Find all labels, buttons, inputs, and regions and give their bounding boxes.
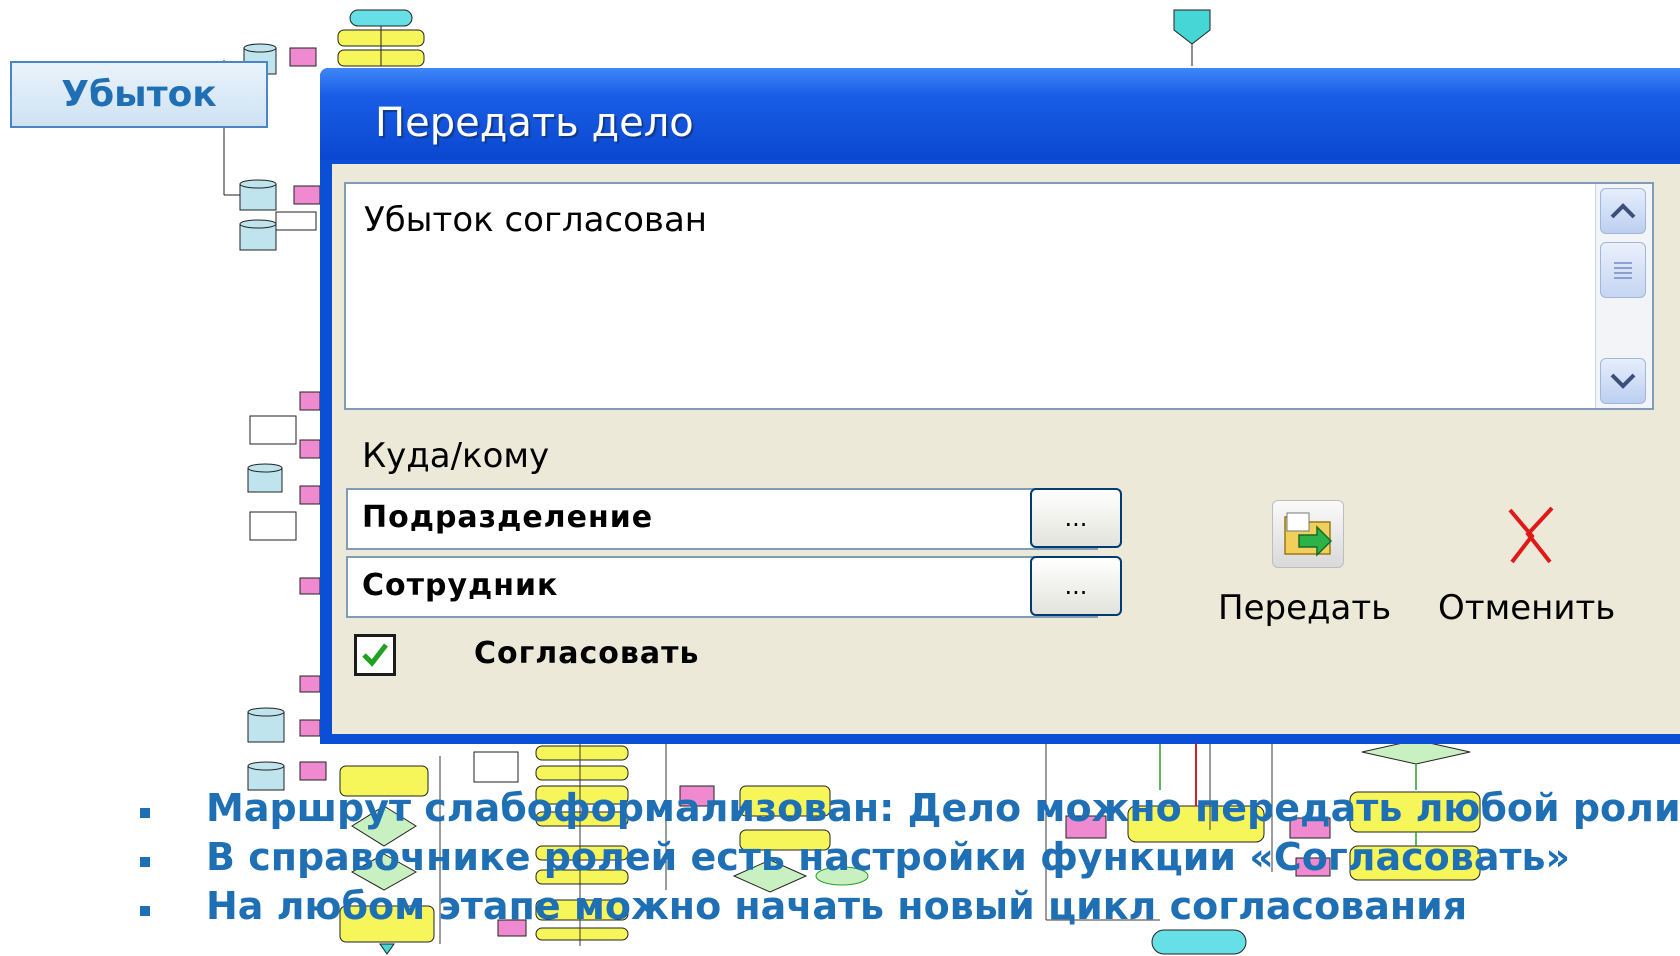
- folder-arrow-icon: [1284, 512, 1333, 557]
- bullet-text: На любом этапе можно начать новый цикл с…: [206, 884, 1468, 928]
- dialog-body: Убыток согласован Куда/кому Подразделени…: [332, 164, 1680, 734]
- chevron-up-icon: [1610, 203, 1636, 219]
- bullet-marker: [140, 857, 150, 867]
- scroll-up-button[interactable]: [1600, 188, 1646, 234]
- comment-text: Убыток согласован: [364, 200, 708, 240]
- bullet-text: В справочнике ролей есть настройки функц…: [206, 835, 1571, 879]
- bullet-text: Маршрут слабоформализован: Дело можно пе…: [206, 786, 1680, 830]
- bullet-marker: [140, 906, 150, 916]
- scroll-down-button[interactable]: [1600, 358, 1646, 404]
- department-field[interactable]: Подразделение: [346, 488, 1098, 550]
- comment-scrollbar[interactable]: [1595, 184, 1652, 408]
- checkmark-icon: [362, 643, 388, 667]
- dialog-titlebar[interactable]: Передать дело: [320, 68, 1680, 160]
- cancel-button[interactable]: Отменить: [1438, 588, 1615, 628]
- cancel-x-icon[interactable]: [1498, 502, 1562, 566]
- bullet-marker: [140, 808, 150, 818]
- department-field-value: Подразделение: [362, 500, 654, 535]
- destination-label: Куда/кому: [362, 436, 550, 476]
- employee-field[interactable]: Сотрудник: [346, 556, 1098, 618]
- dialog-title: Передать дело: [375, 100, 694, 146]
- section-label: Убыток: [10, 61, 268, 128]
- send-button-icon[interactable]: [1272, 500, 1344, 568]
- transfer-case-dialog: Передать дело Убыток согласован Куда/ком…: [320, 68, 1680, 744]
- comment-textarea[interactable]: Убыток согласован: [344, 182, 1654, 410]
- department-browse-button[interactable]: ...: [1030, 488, 1122, 548]
- section-label-text: Убыток: [61, 74, 217, 115]
- employee-field-value: Сотрудник: [362, 568, 559, 603]
- employee-browse-button[interactable]: ...: [1030, 556, 1122, 616]
- scroll-thumb[interactable]: [1600, 242, 1646, 298]
- chevron-down-icon: [1610, 373, 1636, 389]
- grip-icon: [1614, 262, 1632, 279]
- approve-checkbox[interactable]: [354, 634, 396, 676]
- send-button[interactable]: Передать: [1218, 588, 1391, 628]
- approve-checkbox-label[interactable]: Согласовать: [474, 636, 700, 671]
